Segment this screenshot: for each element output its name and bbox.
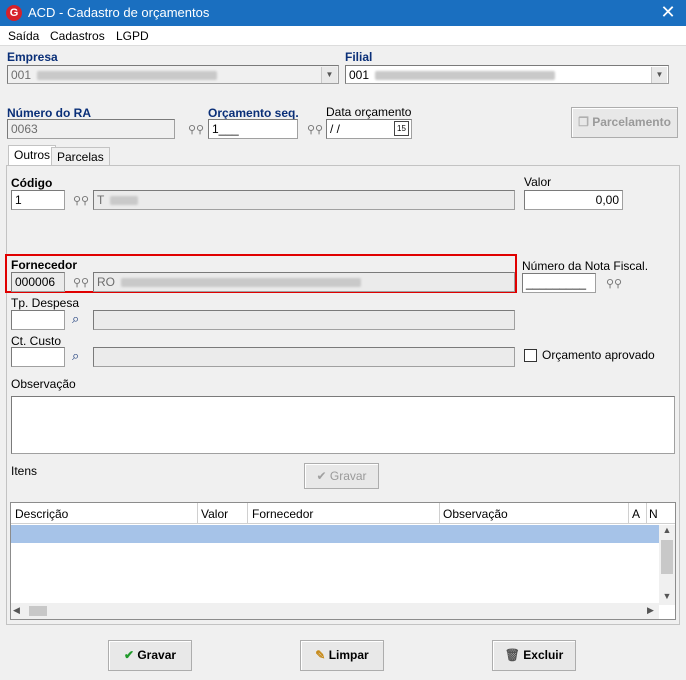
menu-bar: Saída Cadastros LGPD xyxy=(0,26,686,46)
search-icon[interactable]: ⌕ xyxy=(72,311,89,328)
data-orcamento-field[interactable]: / / 15 xyxy=(326,119,412,139)
filial-select[interactable]: 001 ▼ xyxy=(345,65,669,84)
valor-label: Valor xyxy=(524,175,552,189)
valor-field[interactable]: 0,00 xyxy=(524,190,623,210)
tp-despesa-label: Tp. Despesa xyxy=(11,296,80,310)
menu-lgpd[interactable]: LGPD xyxy=(116,29,149,43)
chevron-right-icon[interactable]: ▶ xyxy=(647,605,654,616)
codigo-desc-value: T xyxy=(97,193,105,207)
binoculars-icon[interactable]: ⚲⚲ xyxy=(73,194,89,207)
empresa-label: Empresa xyxy=(7,50,58,64)
nota-fiscal-label: Número da Nota Fiscal. xyxy=(522,259,649,273)
limpar-label: Limpar xyxy=(328,648,369,662)
app-logo-icon: G xyxy=(6,5,22,21)
binoculars-icon[interactable]: ⚲⚲ xyxy=(188,123,204,136)
check-icon: ✔ xyxy=(316,469,327,483)
chevron-up-icon[interactable]: ▲ xyxy=(661,525,673,535)
chevron-down-icon[interactable]: ▼ xyxy=(661,591,673,601)
trash-icon: 🗑 xyxy=(504,648,520,662)
limpar-button[interactable]: ✎ Limpar xyxy=(300,640,384,671)
filial-label: Filial xyxy=(345,50,373,64)
search-icon[interactable]: ⌕ xyxy=(72,348,89,365)
horizontal-scrollbar[interactable]: ◀ ▶ xyxy=(11,603,659,619)
filial-value: 001 xyxy=(349,68,370,82)
tp-despesa-description xyxy=(93,310,515,330)
itens-table: Descrição Valor Fornecedor Observação A … xyxy=(10,502,676,620)
empresa-value: 001 xyxy=(11,68,32,82)
tp-despesa-field[interactable] xyxy=(11,310,65,330)
column-header[interactable]: N xyxy=(649,507,658,521)
column-header[interactable]: Fornecedor xyxy=(252,507,313,521)
chevron-down-icon[interactable]: ▼ xyxy=(321,67,337,83)
excluir-label: Excluir xyxy=(523,648,564,662)
itens-gravar-button[interactable]: ✔ Gravar xyxy=(304,463,379,489)
table-row[interactable] xyxy=(11,525,659,543)
orcamento-aprovado-checkbox[interactable] xyxy=(524,349,537,362)
ct-custo-field[interactable] xyxy=(11,347,65,367)
ct-custo-label: Ct. Custo xyxy=(11,334,62,348)
numero-ra-label: Número do RA xyxy=(7,106,91,120)
fornecedor-label: Fornecedor xyxy=(11,258,78,272)
orcamento-seq-label: Orçamento seq. xyxy=(208,106,299,120)
column-header[interactable]: A xyxy=(632,507,640,521)
observacao-textarea[interactable] xyxy=(11,396,675,454)
vertical-scrollbar[interactable]: ▲ ▼ xyxy=(659,525,675,605)
fornecedor-description: RO xyxy=(93,272,515,292)
gravar-button[interactable]: ✔ Gravar xyxy=(108,640,192,671)
redacted-text xyxy=(375,71,556,81)
observacao-label: Observação xyxy=(11,377,76,391)
check-icon: ✔ xyxy=(123,648,134,662)
redacted-text xyxy=(121,278,361,288)
scrollbar-thumb[interactable] xyxy=(29,606,47,616)
empresa-select[interactable]: 001 ▼ xyxy=(7,65,339,84)
close-icon[interactable]: ✕ xyxy=(658,2,678,22)
parcelamento-button[interactable]: ❐ Parcelamento xyxy=(571,107,678,138)
gravar-label: Gravar xyxy=(137,648,177,662)
column-header[interactable]: Observação xyxy=(443,507,508,521)
itens-label: Itens xyxy=(11,464,38,478)
menu-saida[interactable]: Saída xyxy=(8,29,39,43)
codigo-description: T xyxy=(93,190,515,210)
binoculars-icon[interactable]: ⚲⚲ xyxy=(73,276,89,289)
orcamento-aprovado-label: Orçamento aprovado xyxy=(542,348,655,362)
codigo-field[interactable]: 1 xyxy=(11,190,65,210)
redacted-text xyxy=(37,71,218,81)
data-orcamento-label: Data orçamento xyxy=(326,105,412,119)
chevron-left-icon[interactable]: ◀ xyxy=(13,605,20,616)
numero-ra-field[interactable]: 0063 xyxy=(7,119,175,139)
data-orcamento-value: / / xyxy=(330,122,341,136)
fornecedor-desc-value: RO xyxy=(97,275,115,289)
column-header[interactable]: Valor xyxy=(201,507,228,521)
itens-gravar-label: Gravar xyxy=(329,469,367,483)
nota-fiscal-field[interactable]: _________ xyxy=(522,273,596,293)
orcamento-seq-field[interactable]: 1___ xyxy=(208,119,298,139)
codigo-label: Código xyxy=(11,176,53,190)
excluir-button[interactable]: 🗑 Excluir xyxy=(492,640,576,671)
eraser-icon: ✎ xyxy=(315,648,326,662)
fornecedor-field[interactable]: 000006 xyxy=(11,272,65,292)
menu-cadastros[interactable]: Cadastros xyxy=(50,29,105,43)
column-header[interactable]: Descrição xyxy=(15,507,68,521)
binoculars-icon[interactable]: ⚲⚲ xyxy=(307,123,323,136)
scrollbar-thumb[interactable] xyxy=(661,540,673,574)
calendar-icon[interactable]: 15 xyxy=(394,121,409,136)
copy-icon: ❐ xyxy=(578,115,589,129)
chevron-down-icon[interactable]: ▼ xyxy=(651,67,667,83)
parcelamento-label: Parcelamento xyxy=(592,115,671,129)
binoculars-icon[interactable]: ⚲⚲ xyxy=(606,277,622,290)
title-bar: G ACD - Cadastro de orçamentos ✕ xyxy=(0,0,686,26)
redacted-text xyxy=(110,196,139,206)
tab-outros[interactable]: Outros xyxy=(8,145,57,166)
tab-parcelas[interactable]: Parcelas xyxy=(51,147,110,166)
ct-custo-description xyxy=(93,347,515,367)
table-header: Descrição Valor Fornecedor Observação A … xyxy=(11,503,675,524)
window-title: ACD - Cadastro de orçamentos xyxy=(28,5,210,20)
